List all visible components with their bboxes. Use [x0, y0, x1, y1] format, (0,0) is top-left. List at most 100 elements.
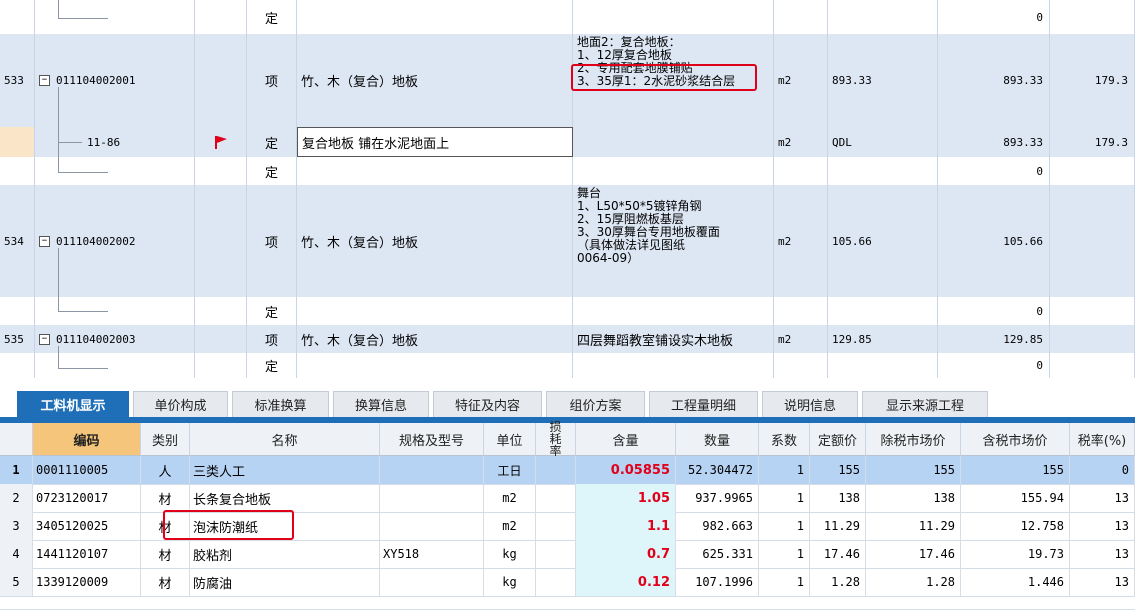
resource-code[interactable]: 1339120009: [33, 568, 141, 596]
resource-category: 材: [141, 540, 190, 568]
resource-name[interactable]: 防腐油: [190, 568, 380, 596]
quantity-cell: 0: [938, 157, 1050, 185]
price-ex-tax-value[interactable]: 11.29: [866, 512, 961, 540]
resource-name[interactable]: 长条复合地板: [190, 484, 380, 512]
column-header-content[interactable]: 含量: [576, 423, 676, 456]
resource-row[interactable]: 1 0001110005 人三类人工 工日 0.05855 52.304472 1 155 15…: [0, 456, 1135, 485]
price-inc-tax-value[interactable]: 155.94: [961, 484, 1070, 512]
tab-labor-material-machine[interactable]: 工料机显示: [17, 391, 129, 417]
column-header-name[interactable]: 名称: [190, 423, 380, 456]
item-name[interactable]: 竹、木（复合）地板: [297, 325, 573, 353]
coefficient-value: 1: [759, 484, 810, 512]
resource-name[interactable]: 三类人工: [190, 456, 380, 484]
type-cell: 项: [247, 185, 297, 297]
resource-spec[interactable]: [380, 484, 484, 512]
column-header-price-ex-tax[interactable]: 除税市场价: [866, 423, 961, 456]
price-ex-tax-value[interactable]: 138: [866, 484, 961, 512]
content-value[interactable]: 0.12: [576, 568, 676, 596]
resource-spec[interactable]: [380, 512, 484, 540]
resource-spec[interactable]: [380, 456, 484, 484]
quantity-cell: 893.33: [938, 34, 1050, 127]
price-inc-tax-value[interactable]: 1.446: [961, 568, 1070, 596]
tree-line: [58, 248, 59, 311]
price-ex-tax-value[interactable]: 17.46: [866, 540, 961, 568]
quantity-cell: 0: [938, 353, 1050, 378]
resource-code[interactable]: 0001110005: [33, 456, 141, 484]
tab-pricing-scheme[interactable]: 组价方案: [546, 391, 645, 417]
column-header-unit[interactable]: 单位: [484, 423, 536, 456]
tab-show-source-project[interactable]: 显示来源工程: [862, 391, 988, 417]
resource-spec[interactable]: [380, 568, 484, 596]
table-row-535[interactable]: 535 − 011104002003 项 竹、木（复合）地板 四层舞蹈教室铺设实…: [0, 325, 1135, 354]
resource-code[interactable]: 1441120107: [33, 540, 141, 568]
resource-code[interactable]: 3405120025: [33, 512, 141, 540]
column-header-loss-rate[interactable]: 损耗率: [536, 421, 576, 457]
column-header-code[interactable]: 编码: [33, 423, 141, 456]
item-code: 011104002002: [56, 234, 136, 248]
item-name[interactable]: 竹、木（复合）地板: [297, 34, 573, 127]
base-price-value: 138: [810, 484, 866, 512]
tax-rate-value: 13: [1070, 568, 1135, 596]
collapse-toggle-icon[interactable]: −: [39, 333, 50, 345]
resource-row[interactable]: 4 1441120107 材胶粘剂 XY518 kg 0.7 625.331 1 17.46 17…: [0, 540, 1135, 569]
row-number: 5: [0, 568, 33, 596]
tax-rate-value: 0: [1070, 456, 1135, 484]
table-row-533[interactable]: 533 − 011104002001 项 竹、木（复合）地板 地面2：复合地板：…: [0, 34, 1135, 128]
tab-unit-price-composition[interactable]: 单价构成: [133, 391, 228, 417]
resource-code[interactable]: 0723120017: [33, 484, 141, 512]
table-row-selected[interactable]: 11-86 定 复合地板 铺在水泥地面上 m2 QDL 893.33 179.3: [0, 127, 1135, 158]
flag-icon[interactable]: [195, 127, 247, 157]
price-inc-tax-value[interactable]: 155: [961, 456, 1070, 484]
content-value[interactable]: 0.7: [576, 540, 676, 568]
quantity-expression[interactable]: 129.85: [828, 325, 938, 353]
row-number: 2: [0, 484, 33, 512]
table-row[interactable]: 定 0: [0, 0, 1135, 35]
loss-rate-cell: [536, 484, 576, 512]
resource-row[interactable]: 2 0723120017 材长条复合地板 m2 1.05 937.9965 1 138 138 1…: [0, 484, 1135, 513]
column-header-coefficient[interactable]: 系数: [759, 423, 810, 456]
item-name-editor[interactable]: 复合地板 铺在水泥地面上: [297, 127, 573, 157]
item-name[interactable]: 竹、木（复合）地板: [297, 185, 573, 297]
tab-features-content[interactable]: 特征及内容: [433, 391, 542, 417]
tab-conversion-info[interactable]: 换算信息: [333, 391, 429, 417]
table-row[interactable]: 定 0: [0, 353, 1135, 378]
content-value[interactable]: 1.1: [576, 512, 676, 540]
column-header-spec[interactable]: 规格及型号: [380, 423, 484, 456]
column-header-category[interactable]: 类别: [141, 423, 190, 456]
resource-name[interactable]: 胶粘剂: [190, 540, 380, 568]
price-inc-tax-value[interactable]: 12.758: [961, 512, 1070, 540]
price-ex-tax-value[interactable]: 1.28: [866, 568, 961, 596]
loss-rate-cell: [536, 540, 576, 568]
price-inc-tax-value[interactable]: 19.73: [961, 540, 1070, 568]
column-header-base-price[interactable]: 定额价: [810, 423, 866, 456]
table-row-534[interactable]: 534 − 011104002002 项 竹、木（复合）地板 舞台 1、L50*…: [0, 185, 1135, 298]
amount-value: 107.1996: [676, 568, 759, 596]
price-ex-tax-value[interactable]: 155: [866, 456, 961, 484]
content-value[interactable]: 1.05: [576, 484, 676, 512]
table-row[interactable]: 定 0: [0, 157, 1135, 186]
resource-category: 材: [141, 484, 190, 512]
annotation-highlight-box: [571, 64, 757, 91]
resource-row[interactable]: [0, 596, 1135, 610]
type-cell: 定: [247, 157, 297, 185]
resource-row[interactable]: 5 1339120009 材防腐油 kg 0.12 107.1996 1 1.28 1.28 1.…: [0, 568, 1135, 597]
resource-spec[interactable]: XY518: [380, 540, 484, 568]
table-row[interactable]: 定 0: [0, 297, 1135, 326]
column-header-amount[interactable]: 数量: [676, 423, 759, 456]
item-feature-description[interactable]: 舞台 1、L50*50*5镀锌角钢 2、15厚阻燃板基层 3、30厚舞台专用地板…: [573, 185, 774, 297]
collapse-toggle-icon[interactable]: −: [39, 75, 50, 86]
collapse-toggle-icon[interactable]: −: [39, 235, 50, 247]
tab-description-info[interactable]: 说明信息: [762, 391, 858, 417]
tab-standard-conversion[interactable]: 标准换算: [232, 391, 329, 417]
item-feature-description[interactable]: 四层舞蹈教室铺设实木地板: [573, 325, 774, 353]
quantity-expression[interactable]: 893.33: [828, 34, 938, 127]
content-value[interactable]: 0.05855: [576, 456, 676, 484]
tab-quantity-details[interactable]: 工程量明细: [649, 391, 758, 417]
coefficient-value: 1: [759, 512, 810, 540]
type-cell: 定: [247, 127, 297, 157]
column-header-price-inc-tax[interactable]: 含税市场价: [961, 423, 1070, 456]
column-header-tax-rate[interactable]: 税率(%): [1070, 423, 1135, 456]
type-cell: 项: [247, 34, 297, 127]
quantity-expression[interactable]: QDL: [828, 127, 938, 157]
quantity-expression[interactable]: 105.66: [828, 185, 938, 297]
